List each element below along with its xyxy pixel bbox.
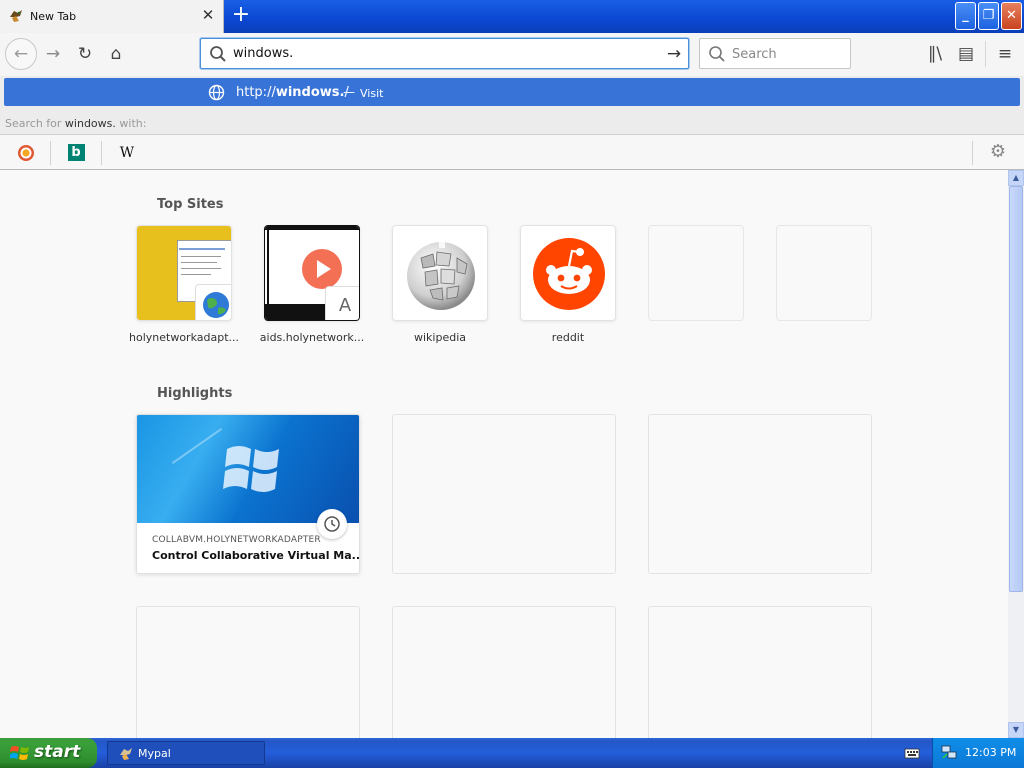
search-for-label: Search for windows. with:	[5, 117, 147, 130]
visit-dash: —	[343, 85, 355, 99]
top-site-label: reddit	[551, 331, 585, 344]
new-tab-button[interactable]: +	[230, 4, 252, 28]
engine-divider	[50, 141, 51, 165]
minimize-button[interactable]: _	[955, 2, 976, 30]
search-bar[interactable]: Search	[699, 38, 851, 69]
highlight-empty-slot	[392, 414, 616, 574]
minimize-icon: _	[962, 8, 969, 23]
visit-action-label: Visit	[360, 87, 384, 100]
mypal-icon	[10, 10, 22, 22]
site-badge: A	[325, 286, 359, 320]
bing-icon: b	[67, 144, 85, 161]
taskbar: start Mypal 12:03 PM	[0, 738, 1024, 768]
title-bar: New Tab ✕ + _ ❐ ✕	[0, 0, 1024, 33]
search-icon	[709, 46, 725, 62]
windows-logo-icon	[223, 446, 279, 492]
windows-flag-icon	[10, 746, 29, 760]
maximize-button[interactable]: ❐	[978, 2, 999, 30]
highlight-empty-slot	[648, 414, 872, 574]
wikipedia-globe-icon	[407, 242, 475, 310]
globe-icon	[203, 292, 229, 318]
card-thumbnail	[137, 415, 359, 523]
search-icon	[210, 46, 226, 62]
taskbar-item-label: Mypal	[138, 747, 171, 760]
keyboard-icon[interactable]	[904, 745, 920, 761]
tab-close-icon[interactable]: ✕	[200, 6, 216, 24]
url-bar[interactable]: windows. →	[200, 38, 689, 69]
scrollbar-thumb[interactable]	[1009, 186, 1023, 592]
close-icon: ✕	[1006, 8, 1017, 23]
wikipedia-engine-button[interactable]: W	[112, 141, 142, 165]
top-site-empty-slot	[648, 225, 744, 321]
go-arrow-icon[interactable]: →	[663, 43, 685, 65]
restore-icon: ❐	[982, 8, 995, 23]
play-icon	[302, 249, 342, 289]
start-button[interactable]: start	[0, 738, 97, 768]
light-streak	[171, 427, 223, 465]
navigation-toolbar: ← → ↻ ⌂ windows. → Search ∥\ ▤ ≡	[0, 33, 1024, 76]
visit-url-row[interactable]: http://windows./ — Visit	[4, 78, 1020, 106]
top-site-label: wikipedia	[413, 331, 466, 344]
close-window-button[interactable]: ✕	[1001, 2, 1022, 30]
forward-button[interactable]: →	[38, 39, 68, 69]
top-site-label: aids.holynetwork...	[259, 331, 365, 344]
mypal-icon	[120, 748, 132, 760]
highlight-empty-slot	[392, 606, 616, 738]
system-tray: 12:03 PM	[932, 738, 1024, 768]
hamburger-menu-button[interactable]: ≡	[990, 39, 1020, 69]
globe-icon	[208, 84, 225, 101]
duckduckgo-icon	[18, 145, 34, 161]
url-autocomplete-popup: http://windows./ — Visit Search for wind…	[0, 76, 1024, 170]
highlight-empty-slot	[648, 606, 872, 738]
scroll-up-arrow-icon[interactable]: ▲	[1008, 170, 1024, 186]
one-off-search-engines: b W ⚙	[0, 134, 1024, 169]
search-placeholder: Search	[732, 47, 777, 62]
toolbar-divider	[985, 41, 986, 67]
search-settings-gear-icon[interactable]: ⚙	[984, 141, 1012, 165]
clock[interactable]: 12:03 PM	[965, 746, 1016, 759]
top-sites-heading: Top Sites	[157, 197, 224, 212]
history-clock-icon	[317, 509, 347, 539]
top-site-tile[interactable]	[520, 225, 616, 321]
top-site-label: holynetworkadapt...	[129, 331, 239, 344]
highlight-empty-slot	[136, 606, 360, 738]
home-button[interactable]: ⌂	[101, 39, 131, 69]
tab-new-tab[interactable]: New Tab ✕	[0, 0, 224, 33]
scroll-down-arrow-icon[interactable]: ▼	[1008, 722, 1024, 738]
reload-button[interactable]: ↻	[70, 39, 100, 69]
card-hostname: COLLABVM.HOLYNETWORKADAPTER	[152, 535, 321, 545]
library-button[interactable]: ∥\	[920, 39, 950, 69]
top-site-tile[interactable]	[136, 225, 232, 321]
network-icon[interactable]	[941, 744, 957, 760]
tab-title: New Tab	[30, 10, 77, 23]
reddit-icon	[533, 238, 605, 310]
engine-divider	[972, 141, 973, 165]
top-site-tile[interactable]: A	[264, 225, 360, 321]
bing-engine-button[interactable]: b	[61, 141, 91, 165]
top-site-tile[interactable]	[392, 225, 488, 321]
sidebar-button[interactable]: ▤	[951, 39, 981, 69]
url-input[interactable]: windows.	[233, 46, 293, 61]
highlight-card[interactable]: COLLABVM.HOLYNETWORKADAPTER Control Coll…	[136, 414, 360, 574]
card-title: Control Collaborative Virtual Ma...	[152, 549, 360, 562]
highlights-heading: Highlights	[157, 386, 233, 401]
site-badge	[195, 284, 231, 320]
new-tab-content: Top Sites holynetworkadapt... A aids.hol…	[0, 170, 1008, 738]
visit-url-text: http://windows./	[236, 85, 349, 100]
wikipedia-icon: W	[119, 145, 135, 161]
back-button[interactable]: ←	[5, 38, 37, 70]
vertical-scrollbar[interactable]: ▲ ▼	[1008, 170, 1024, 738]
duckduckgo-engine-button[interactable]	[11, 141, 41, 165]
engine-divider	[101, 141, 102, 165]
taskbar-item-mypal[interactable]: Mypal	[107, 741, 265, 765]
start-label: start	[34, 742, 81, 762]
top-site-empty-slot	[776, 225, 872, 321]
